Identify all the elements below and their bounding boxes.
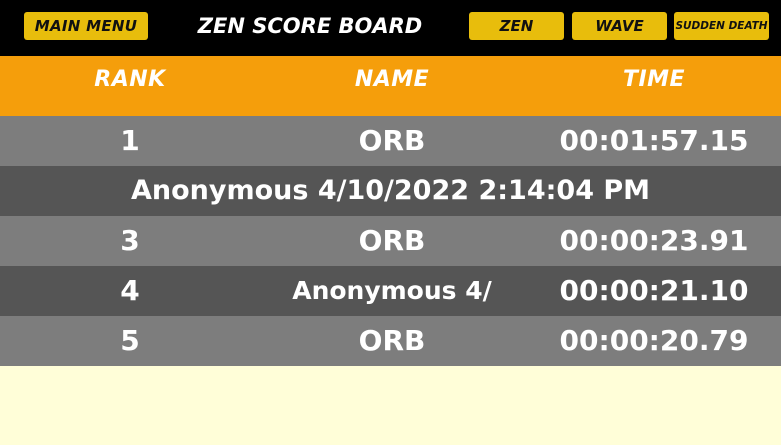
top-bar: MAIN MENU ZEN SCORE BOARD ZEN WAVE SUDDE… xyxy=(0,0,781,56)
score-row-2: Anonymous 4/10/2022 2:14:04 PM xyxy=(0,166,781,216)
time-cell: 00:00:23.91 xyxy=(559,224,749,257)
rank-cell: 5 xyxy=(120,324,140,357)
name-cell: ORB xyxy=(358,224,426,257)
overflow-name-text: Anonymous 4/10/2022 2:14:04 PM xyxy=(130,175,651,206)
rank-cell: 1 xyxy=(120,124,140,157)
rank-cell: 3 xyxy=(120,224,140,257)
time-cell: 00:00:20.79 xyxy=(559,324,749,357)
name-cell: Anonymous 4/ xyxy=(292,276,492,305)
score-row-5: 5 ORB 00:00:20.79 xyxy=(0,316,781,366)
score-row-3: 3 ORB 00:00:23.91 xyxy=(0,216,781,266)
name-column-header: NAME xyxy=(354,67,430,92)
time-cell: 00:01:57.15 xyxy=(559,124,749,157)
score-row-4: 4 Anonymous 4/ 00:00:21.10 xyxy=(0,266,781,316)
name-cell: ORB xyxy=(358,324,426,357)
wave-mode-button[interactable]: WAVE xyxy=(572,12,667,40)
time-column-header: TIME xyxy=(622,67,686,92)
scoreboard-header: RANK NAME TIME xyxy=(0,56,781,116)
page-title: ZEN SCORE BOARD xyxy=(197,14,423,38)
time-cell: 00:00:21.10 xyxy=(559,274,749,307)
zen-mode-button[interactable]: ZEN xyxy=(469,12,564,40)
score-row-1: 1 ORB 00:01:57.15 xyxy=(0,116,781,166)
main-menu-button[interactable]: MAIN MENU xyxy=(24,12,148,40)
name-cell: ORB xyxy=(358,124,426,157)
rank-cell: 4 xyxy=(120,274,140,307)
sudden-death-mode-button[interactable]: SUDDEN DEATH xyxy=(674,12,769,40)
rank-column-header: RANK xyxy=(94,67,166,92)
